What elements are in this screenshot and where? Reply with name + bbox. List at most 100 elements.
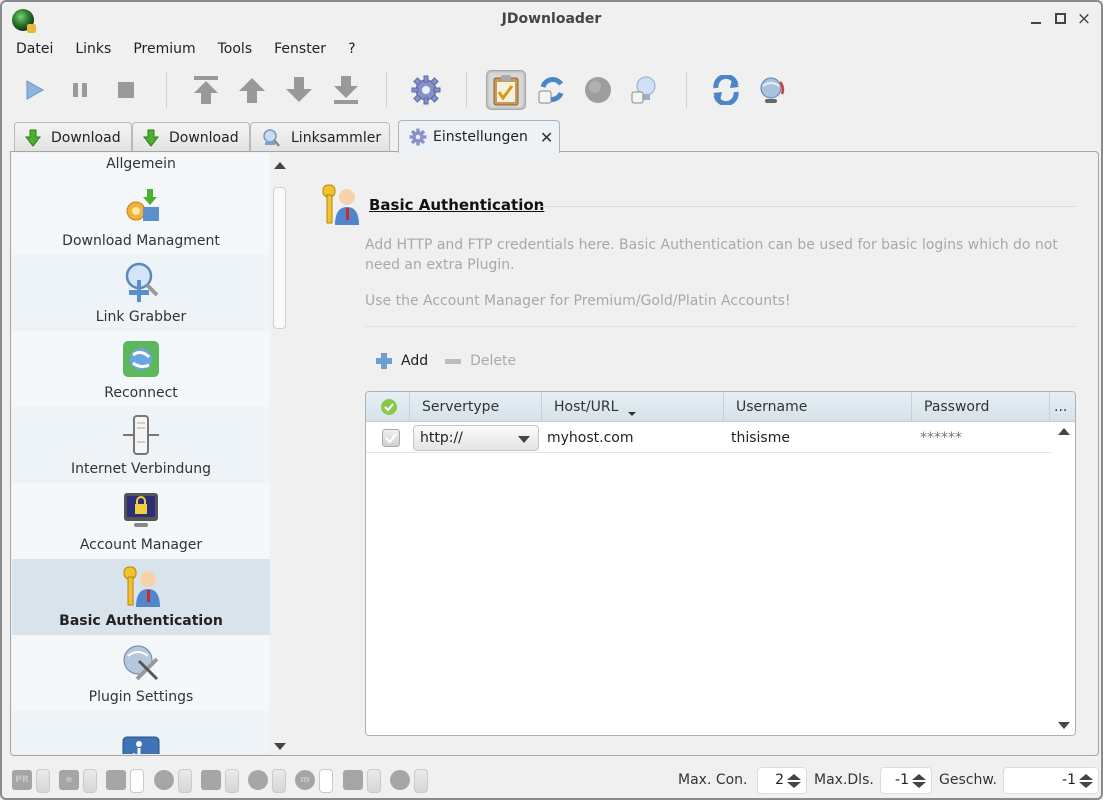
update-button[interactable]	[752, 70, 792, 110]
spinner-arrows-icon[interactable]	[912, 774, 926, 788]
column-host-url[interactable]: Host/URL	[542, 392, 724, 422]
table-scrollbar[interactable]	[1053, 423, 1075, 735]
plus-icon	[375, 352, 393, 370]
plugin-toggle[interactable]	[272, 769, 286, 793]
reconnect-button[interactable]	[706, 70, 746, 110]
sidebar-item-plugin-settings[interactable]: Plugin Settings	[12, 635, 270, 711]
spinner-arrows-icon[interactable]	[787, 774, 801, 788]
plugin-toggle[interactable]	[319, 769, 333, 793]
scroll-up-arrow-icon[interactable]	[1058, 428, 1070, 435]
description-divider	[365, 326, 1076, 327]
plugin-toggle[interactable]	[83, 769, 97, 793]
move-up-button[interactable]	[232, 70, 272, 110]
tab-linksammler[interactable]: Linksammler	[250, 122, 390, 152]
column-username[interactable]: Username	[724, 392, 912, 422]
column-label: Host/URL	[554, 399, 619, 415]
sidebar-item-basic-authentication[interactable]: Basic Authentication	[12, 559, 270, 635]
title-bar: JDownloader ×	[2, 2, 1101, 38]
update-globe-icon	[760, 77, 785, 103]
settings-gear-icon	[411, 75, 441, 105]
settings-panel: Allgemein Download Managment Link Grabbe…	[10, 151, 1099, 756]
play-icon	[26, 80, 45, 100]
plugin-status-icon[interactable]: m	[295, 770, 315, 790]
minimize-icon	[1031, 22, 1041, 24]
column-enabled[interactable]	[366, 392, 410, 422]
move-top-icon	[194, 76, 218, 104]
spinner-arrows-icon[interactable]	[1079, 774, 1093, 788]
plugin-status-icon[interactable]	[248, 770, 268, 790]
premium-toggle[interactable]	[578, 70, 618, 110]
plugin-status-icon[interactable]	[154, 770, 174, 790]
servertype-select[interactable]: http://	[413, 425, 539, 451]
close-tab-icon[interactable]: ✕	[540, 128, 553, 147]
plugin-toggle[interactable]	[130, 769, 144, 793]
scrollbar-thumb[interactable]	[273, 187, 286, 329]
settings-button[interactable]	[406, 70, 446, 110]
max-downloads-spinner[interactable]: -1	[880, 767, 932, 794]
maximize-button[interactable]	[1051, 10, 1069, 28]
enabled-checkbox[interactable]	[382, 429, 400, 447]
menu-fenster[interactable]: Fenster	[274, 41, 326, 61]
scroll-down-arrow-icon[interactable]	[1058, 722, 1070, 729]
scroll-up-arrow-icon[interactable]	[274, 162, 286, 169]
scroll-down-arrow-icon[interactable]	[274, 743, 286, 750]
plugin-status-icon[interactable]: e	[59, 770, 79, 790]
sidebar-scrollbar[interactable]	[271, 153, 289, 754]
checkmark-icon	[385, 433, 397, 444]
download-arrow-icon	[25, 129, 41, 147]
plugin-status-icon[interactable]	[106, 770, 126, 790]
plugin-toggle[interactable]	[178, 769, 192, 793]
menu-tools[interactable]: Tools	[218, 41, 253, 61]
host-cell[interactable]: myhost.com	[547, 423, 634, 453]
plugin-status-icon[interactable]: PR	[12, 770, 32, 790]
sidebar-item-reconnect[interactable]: Reconnect	[12, 331, 270, 407]
password-cell[interactable]: ******	[920, 423, 962, 453]
sidebar-item-internet-verbindung[interactable]: Internet Verbindung	[12, 407, 270, 483]
window-title: JDownloader	[501, 11, 602, 27]
auto-reconnect-toggle[interactable]	[532, 70, 572, 110]
start-button[interactable]	[14, 70, 54, 110]
column-servertype[interactable]: Servertype	[410, 392, 542, 422]
stop-button[interactable]	[106, 70, 146, 110]
table-row[interactable]: http:// myhost.com thisisme ******	[366, 423, 1051, 453]
minus-icon	[444, 352, 462, 370]
add-label: Add	[401, 353, 429, 369]
plugin-status-icon[interactable]	[390, 770, 410, 790]
plugin-toggle[interactable]	[36, 769, 50, 793]
add-button[interactable]: Add	[375, 352, 428, 370]
max-connections-spinner[interactable]: 2	[757, 767, 807, 794]
tips-toggle[interactable]	[624, 70, 664, 110]
plugin-status-icon[interactable]	[201, 770, 221, 790]
column-password[interactable]: Password	[912, 392, 1050, 422]
sidebar-item-accessibility[interactable]	[12, 711, 270, 754]
sidebar-item-link-grabber[interactable]: Link Grabber	[12, 255, 270, 331]
maximize-icon	[1054, 13, 1066, 24]
delete-button[interactable]: Delete	[444, 352, 516, 370]
plugin-status-icon[interactable]	[343, 770, 363, 790]
menu-links[interactable]: Links	[75, 41, 111, 61]
table-header: Servertype Host/URL Username Password ..…	[366, 392, 1075, 422]
sidebar-item-account-manager[interactable]: Account Manager	[12, 483, 270, 559]
menu-help[interactable]: ?	[348, 41, 355, 61]
tab-download-2[interactable]: Download	[132, 122, 250, 152]
sidebar-item-download-management[interactable]: Download Managment	[12, 179, 270, 255]
username-cell[interactable]: thisisme	[731, 423, 790, 453]
clipboard-observer-toggle[interactable]	[486, 70, 526, 110]
minimize-button[interactable]	[1027, 10, 1045, 28]
menu-premium[interactable]: Premium	[133, 41, 195, 61]
speed-limit-spinner[interactable]: -1	[1003, 767, 1099, 794]
pause-button[interactable]	[60, 70, 100, 110]
menu-datei[interactable]: Datei	[16, 41, 53, 61]
move-down-button[interactable]	[279, 70, 319, 110]
plugin-toggle[interactable]	[414, 769, 428, 793]
plugin-toggle[interactable]	[225, 769, 239, 793]
tab-einstellungen[interactable]: Einstellungen ✕	[398, 120, 560, 153]
close-window-button[interactable]: ×	[1075, 10, 1093, 28]
tab-download-1[interactable]: Download	[14, 122, 132, 152]
plugin-toggle[interactable]	[367, 769, 381, 793]
stop-icon	[118, 82, 134, 98]
move-bottom-button[interactable]	[326, 70, 366, 110]
move-top-button[interactable]	[186, 70, 226, 110]
sidebar-header: Allgemein	[106, 156, 176, 172]
column-chooser-button[interactable]: ...	[1050, 392, 1075, 422]
